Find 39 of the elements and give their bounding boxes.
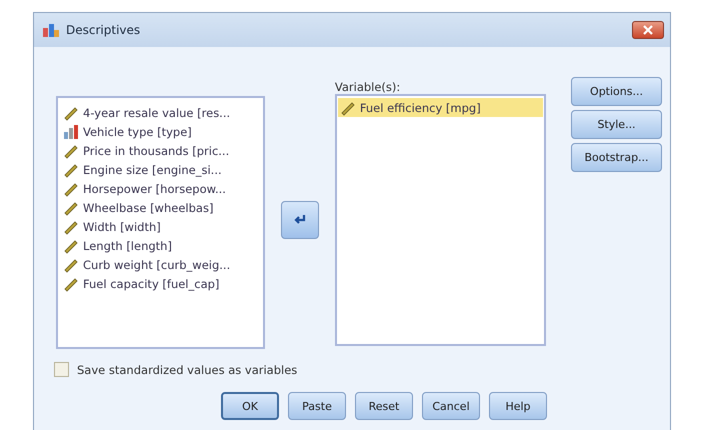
variable-item[interactable]: Width [width] [61,217,260,236]
variable-item[interactable]: Horsepower [horsepow... [61,179,260,198]
dialog-button[interactable]: Cancel [422,392,480,420]
ruler-icon [63,142,79,158]
ruler-icon [63,238,79,254]
ruler-icon [63,200,79,216]
close-button[interactable] [632,21,664,39]
variables-label: Variable(s): [334,81,402,94]
window-title: Descriptives [66,23,140,37]
checkbox-label: Save standardized values as variables [77,362,298,376]
chart-icon [42,22,60,38]
variable-item[interactable]: Engine size [engine_si... [61,160,260,179]
variable-item[interactable]: Length [length] [61,236,260,255]
variable-item[interactable]: 4-year resale value [res... [61,103,260,122]
variable-item[interactable]: Wheelbase [wheelbas] [61,198,260,217]
ruler-icon [63,104,79,120]
dialog-button[interactable]: Bootstrap... [571,143,662,172]
variable-item[interactable]: Price in thousands [pric... [61,141,260,160]
ruler-icon [63,256,79,272]
close-icon [641,25,655,35]
dialog-button[interactable]: Reset [355,392,413,420]
dialog-button[interactable]: Options... [571,77,662,106]
ruler-icon [63,162,79,178]
dialog-button[interactable]: Paste [288,392,346,420]
variable-item[interactable]: Fuel capacity [fuel_cap] [61,274,260,293]
dialog-button[interactable]: OK [221,392,279,420]
ruler-icon [340,100,356,116]
ruler-icon [63,276,79,292]
move-button[interactable] [281,201,320,239]
checkbox[interactable] [54,362,69,377]
bar-chart-icon [63,124,79,140]
ruler-icon [63,218,79,234]
dialog-button[interactable]: Style... [571,110,662,139]
ruler-icon [63,180,79,196]
variable-item[interactable]: Fuel efficiency [mpg] [338,98,543,117]
dialog-button[interactable]: Help [489,392,547,420]
variable-item[interactable]: Curb weight [curb_weig... [61,255,260,274]
arrow-icon [293,214,308,226]
variable-item[interactable]: Vehicle type [type] [61,122,260,141]
